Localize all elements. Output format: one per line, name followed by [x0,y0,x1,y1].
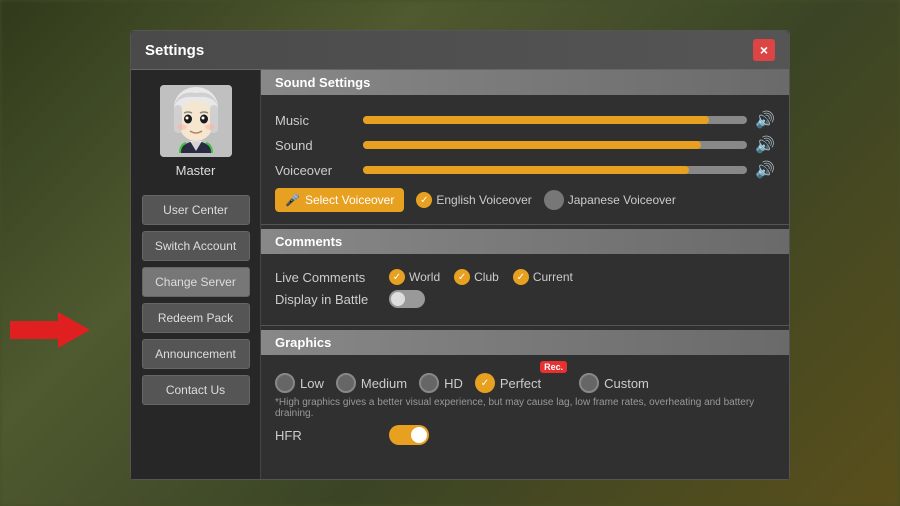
japanese-voiceover-label: Japanese Voiceover [568,193,676,207]
custom-radio [579,373,599,393]
music-slider-row: Music 🔊 [275,110,775,130]
sound-volume-icon: 🔊 [755,135,775,155]
club-label: Club [474,270,499,284]
hd-radio [419,373,439,393]
announcement-button[interactable]: Announcement [142,339,250,369]
close-button[interactable]: × [753,39,775,61]
contact-us-button[interactable]: Contact Us [142,375,250,405]
graphics-options-row: Low Medium HD ✓ Perfect [275,373,775,393]
mic-icon: 🎤 [285,193,300,207]
divider-1 [261,224,789,225]
current-label: Current [533,270,573,284]
sound-settings-header: Sound Settings [261,70,789,95]
hfr-toggle[interactable] [389,425,429,445]
divider-2 [261,325,789,326]
settings-dialog: Settings × [130,30,790,480]
hfr-toggle-thumb [411,427,427,443]
voiceover-volume-icon: 🔊 [755,160,775,180]
english-voiceover-label: English Voiceover [436,193,531,207]
music-track[interactable] [363,116,747,124]
current-check-icon: ✓ [513,269,529,285]
select-voiceover-button[interactable]: 🎤 Select Voiceover [275,188,404,212]
low-option[interactable]: Low [275,373,324,393]
hd-option[interactable]: HD [419,373,463,393]
japanese-voiceover-option[interactable]: Japanese Voiceover [544,190,676,210]
hfr-row: HFR [275,425,775,445]
sound-slider-row: Sound 🔊 [275,135,775,155]
live-comments-row: Live Comments ✓ World ✓ Club ✓ Current [275,269,775,285]
custom-option[interactable]: Custom [579,373,649,393]
sound-label: Sound [275,138,355,153]
sound-settings-body: Music 🔊 Sound 🔊 Voiceover [261,97,789,220]
display-battle-row: Display in Battle [275,290,775,308]
rec-badge: Rec. [540,361,567,373]
medium-option[interactable]: Medium [336,373,407,393]
music-fill [363,116,709,124]
graphics-header: Graphics [261,330,789,355]
hd-label: HD [444,376,463,391]
sidebar: Master User Center Switch Account Change… [131,70,261,479]
perfect-option[interactable]: ✓ Perfect Rec. [475,373,567,393]
english-check-icon: ✓ [416,192,432,208]
low-label: Low [300,376,324,391]
voiceover-label: Voiceover [275,163,355,178]
avatar [160,85,232,157]
comments-body: Live Comments ✓ World ✓ Club ✓ Current [261,256,789,321]
voiceover-fill [363,166,689,174]
settings-content: Sound Settings Music 🔊 Sound 🔊 [261,70,789,479]
dialog-title: Settings [145,42,204,59]
username: Master [176,163,216,178]
voiceover-row: 🎤 Select Voiceover ✓ English Voiceover J… [275,188,775,212]
japanese-radio-icon [544,190,564,210]
current-option[interactable]: ✓ Current [513,269,573,285]
sound-fill [363,141,701,149]
redeem-pack-button[interactable]: Redeem Pack [142,303,250,333]
display-battle-label: Display in Battle [275,292,375,307]
low-radio [275,373,295,393]
english-voiceover-option[interactable]: ✓ English Voiceover [416,192,531,208]
change-server-button[interactable]: Change Server [142,267,250,297]
medium-radio [336,373,356,393]
hfr-label: HFR [275,428,375,443]
club-check-icon: ✓ [454,269,470,285]
perfect-radio-selected: ✓ [475,373,495,393]
graphics-body: Low Medium HD ✓ Perfect [261,357,789,458]
user-center-button[interactable]: User Center [142,195,250,225]
medium-label: Medium [361,376,407,391]
sound-track[interactable] [363,141,747,149]
voiceover-slider-row: Voiceover 🔊 [275,160,775,180]
dialog-body: Master User Center Switch Account Change… [131,70,789,479]
world-check-icon: ✓ [389,269,405,285]
world-option[interactable]: ✓ World [389,269,440,285]
live-comments-label: Live Comments [275,270,375,285]
custom-label: Custom [604,376,649,391]
world-label: World [409,270,440,284]
display-battle-toggle[interactable] [389,290,425,308]
perfect-label: Perfect [500,376,541,391]
music-volume-icon: 🔊 [755,110,775,130]
switch-account-button[interactable]: Switch Account [142,231,250,261]
graphics-note: *High graphics gives a better visual exp… [275,397,775,419]
music-label: Music [275,113,355,128]
toggle-thumb [391,292,405,306]
comments-header: Comments [261,229,789,254]
club-option[interactable]: ✓ Club [454,269,499,285]
dialog-header: Settings × [131,31,789,70]
voiceover-track[interactable] [363,166,747,174]
